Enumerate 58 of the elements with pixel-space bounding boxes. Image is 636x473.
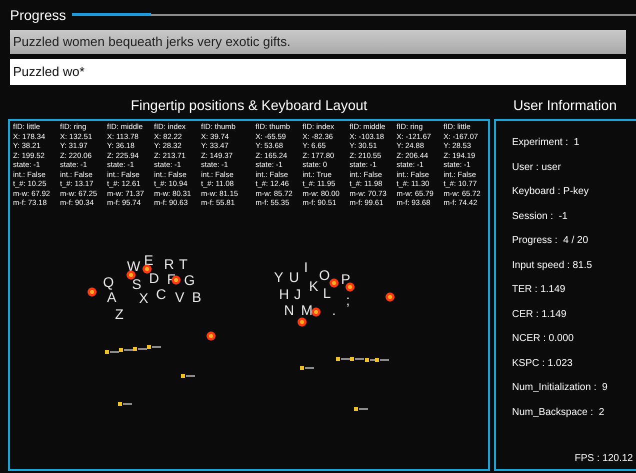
key-label: ; [346, 293, 350, 307]
input-field[interactable]: Puzzled wo* [10, 59, 626, 85]
fingertip-marker-icon [126, 270, 136, 280]
key-label: Z [115, 307, 124, 321]
fingertip-marker-icon [385, 292, 395, 302]
key-label: Y [274, 270, 284, 284]
key-label: X [139, 291, 148, 305]
info-line: Experiment : 1 [512, 136, 580, 150]
key-label: D [149, 271, 160, 285]
fingertip-marker-icon [206, 331, 216, 341]
key-label: B [192, 290, 202, 304]
key-label: M [301, 303, 313, 317]
key-label: L [323, 286, 331, 300]
info-line: KSPC : 1.023 [512, 356, 574, 370]
key-label: U [289, 270, 300, 284]
fingertip-marker-icon [142, 264, 152, 274]
key-label: T [179, 257, 188, 271]
joint-marker-icon [118, 402, 132, 406]
info-line: Session : -1 [512, 210, 569, 224]
info-line: Progress : 4 / 20 [512, 234, 590, 248]
panel-title: User Information [512, 96, 618, 114]
joint-marker-icon [300, 366, 314, 370]
key-label: J [294, 287, 301, 301]
fingertip-marker-icon [311, 307, 321, 317]
fingertip-marker-icon [345, 282, 355, 292]
key-label: G [184, 273, 195, 287]
key-label: H [279, 287, 290, 301]
key-label: O [319, 268, 330, 282]
info-line: Keyboard : P-key [512, 185, 590, 199]
key-label: W [127, 259, 140, 273]
key-label: R [164, 257, 174, 271]
info-line: CER : 1.149 [512, 308, 568, 322]
key-label: N [284, 303, 294, 317]
info-line: TER : 1.149 [512, 283, 566, 297]
joint-marker-icon [181, 374, 195, 378]
fingertip-marker-icon [87, 287, 97, 297]
progress-label: Progress [10, 6, 66, 25]
panel-title: Fingertip positions & Keyboard Layout [130, 96, 368, 115]
key-label: K [309, 279, 318, 293]
key-label: Q [103, 275, 114, 289]
key-label: E [144, 253, 154, 267]
key-label: . [332, 303, 336, 317]
info-line: Input speed : 81.5 [512, 258, 594, 272]
key-label: V [175, 290, 184, 304]
fingertip-marker-icon [329, 278, 339, 288]
joint-marker-icon [354, 407, 368, 411]
info-line: Num_Backspace : 2 [512, 406, 606, 420]
fingertip-marker-icon [297, 317, 307, 327]
key-label: S [132, 277, 142, 291]
key-label: A [107, 290, 116, 304]
info-line: Num_Initialization : 9 [512, 381, 609, 395]
key-label: I [304, 260, 308, 274]
target-sentence: Puzzled women bequeath jerks very exotic gifts. [10, 30, 626, 54]
key-label: P [341, 272, 350, 286]
info-line: User : user [512, 160, 562, 174]
fps-readout: FPS : 120.12 [574, 452, 634, 466]
info-line: NCER : 0.000 [512, 332, 575, 346]
key-label: C [156, 287, 166, 301]
